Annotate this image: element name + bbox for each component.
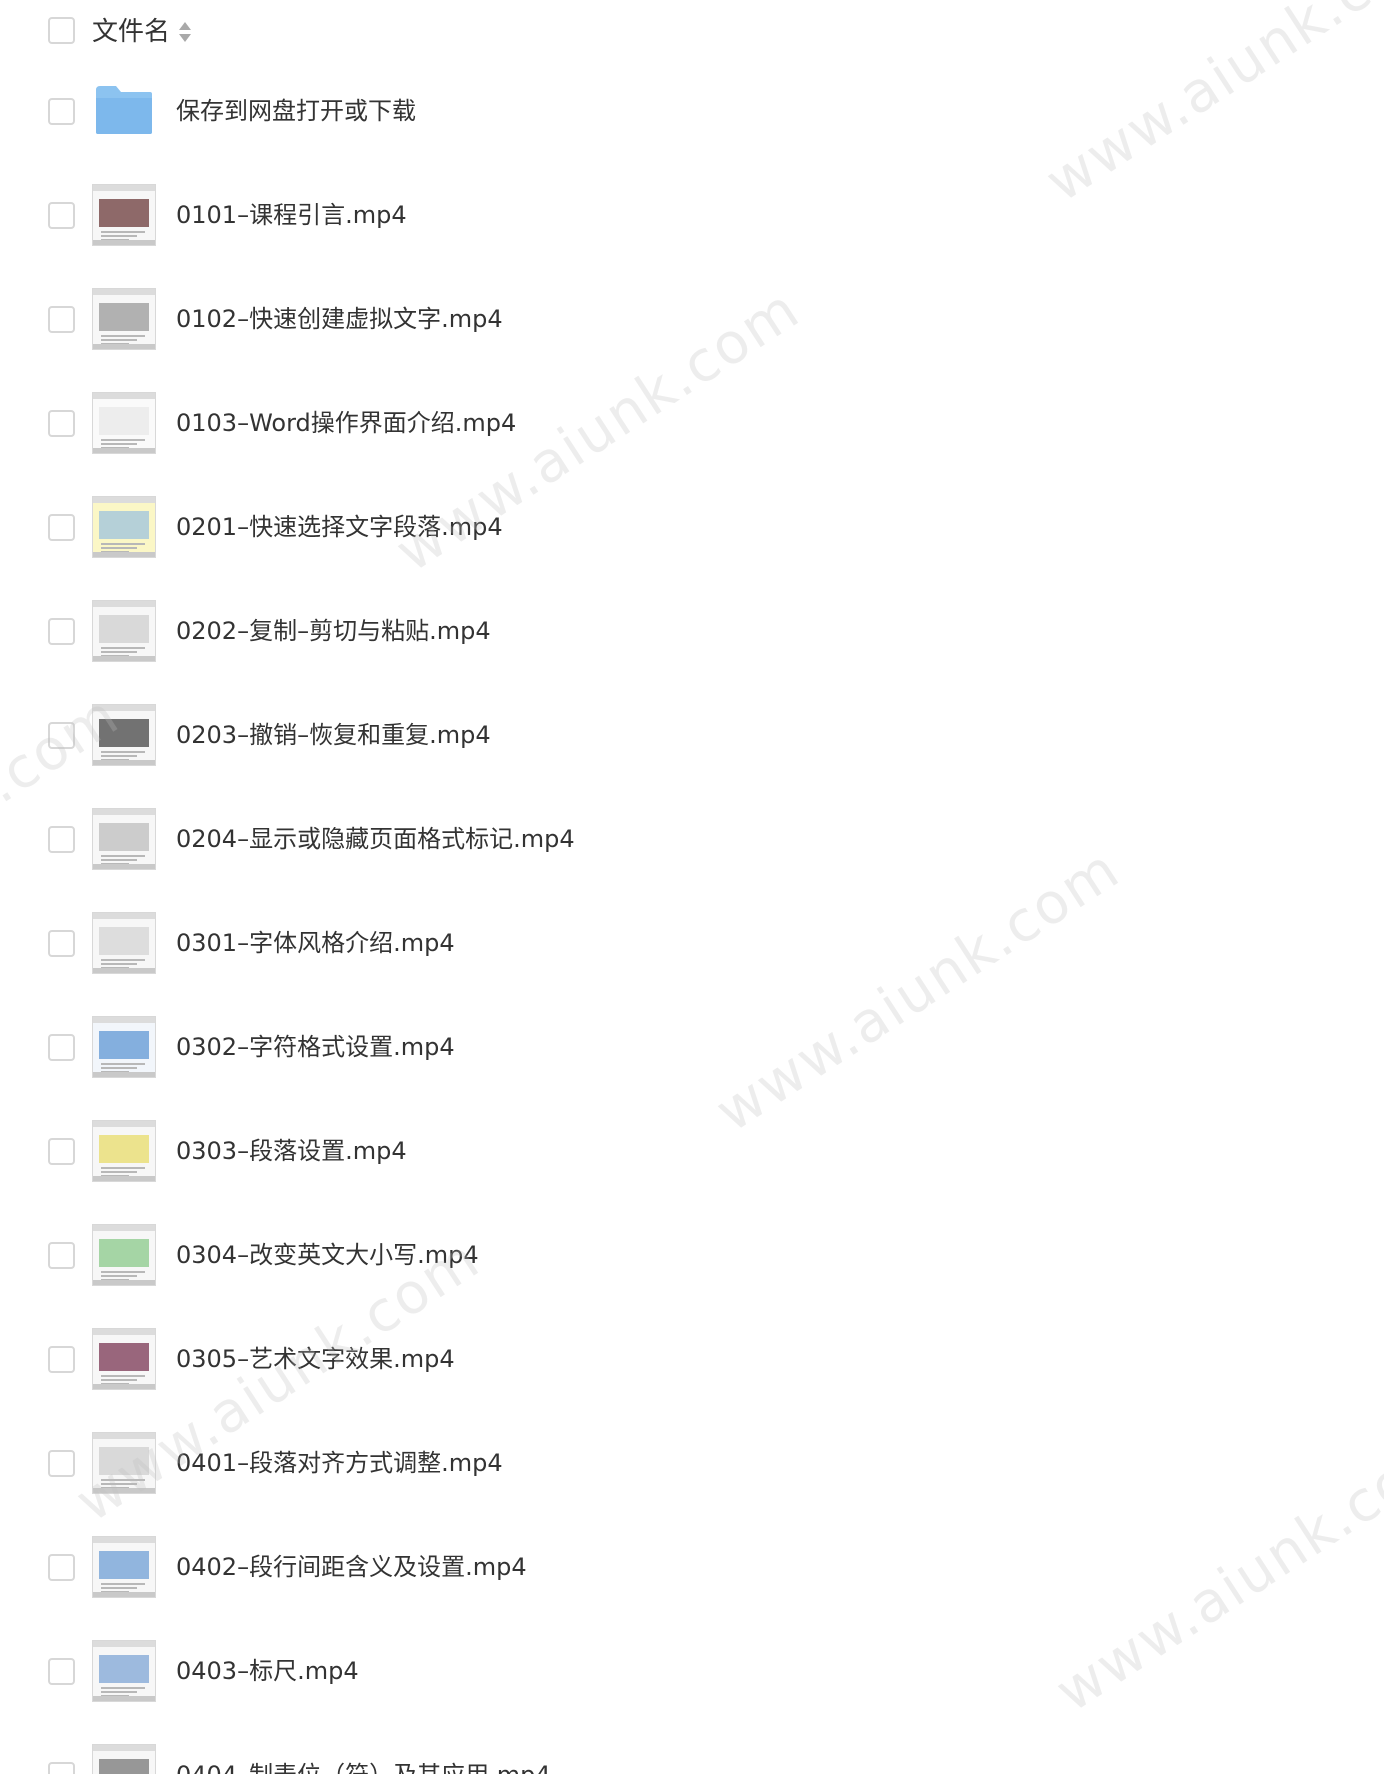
video-thumbnail-icon <box>92 704 156 766</box>
file-name[interactable]: 0404–制表位（符）及其应用.mp4 <box>176 1756 551 1774</box>
file-name[interactable]: 0402–段行间距含义及设置.mp4 <box>176 1548 527 1586</box>
file-name[interactable]: 0203–撤销–恢复和重复.mp4 <box>176 716 491 754</box>
video-thumbnail-icon <box>92 1328 156 1390</box>
row-checkbox[interactable] <box>48 410 75 437</box>
file-list-header: 文件名 <box>0 0 1384 66</box>
video-thumbnail-icon <box>92 1120 156 1182</box>
file-name[interactable]: 0304–改变英文大小写.mp4 <box>176 1236 479 1274</box>
folder-icon <box>96 86 152 134</box>
row-checkbox[interactable] <box>48 306 75 333</box>
video-thumbnail-icon <box>92 496 156 558</box>
file-row[interactable]: 0301–字体风格介绍.mp4 <box>0 892 1384 996</box>
file-name[interactable]: 0303–段落设置.mp4 <box>176 1132 407 1170</box>
video-thumbnail-icon <box>92 184 156 246</box>
file-name[interactable]: 0305–艺术文字效果.mp4 <box>176 1340 455 1378</box>
row-checkbox[interactable] <box>48 1658 75 1685</box>
video-thumbnail-icon <box>92 600 156 662</box>
file-row[interactable]: 0302–字符格式设置.mp4 <box>0 996 1384 1100</box>
row-checkbox[interactable] <box>48 1762 75 1774</box>
row-checkbox[interactable] <box>48 202 75 229</box>
row-checkbox[interactable] <box>48 1034 75 1061</box>
video-thumbnail-icon <box>92 1744 156 1774</box>
file-name[interactable]: 0301–字体风格介绍.mp4 <box>176 924 455 962</box>
file-row[interactable]: 0303–段落设置.mp4 <box>0 1100 1384 1204</box>
column-header-filename[interactable]: 文件名 <box>92 14 170 50</box>
select-all-checkbox[interactable] <box>48 17 75 44</box>
file-name[interactable]: 0202–复制–剪切与粘贴.mp4 <box>176 612 491 650</box>
file-name[interactable]: 0204–显示或隐藏页面格式标记.mp4 <box>176 820 575 858</box>
file-row[interactable]: 0201–快速选择文字段落.mp4 <box>0 476 1384 580</box>
video-thumbnail-icon <box>92 1640 156 1702</box>
file-name[interactable]: 0101–课程引言.mp4 <box>176 196 407 234</box>
file-name[interactable]: 0403–标尺.mp4 <box>176 1652 359 1690</box>
file-row[interactable]: 0101–课程引言.mp4 <box>0 164 1384 268</box>
row-checkbox[interactable] <box>48 1242 75 1269</box>
video-thumbnail-icon <box>92 288 156 350</box>
row-checkbox[interactable] <box>48 1450 75 1477</box>
video-thumbnail-icon <box>92 392 156 454</box>
file-row[interactable]: 0305–艺术文字效果.mp4 <box>0 1308 1384 1412</box>
sort-icon[interactable] <box>178 20 192 44</box>
file-row[interactable]: 0103–Word操作界面介绍.mp4 <box>0 372 1384 476</box>
file-row[interactable]: 0202–复制–剪切与粘贴.mp4 <box>0 580 1384 684</box>
file-name[interactable]: 0201–快速选择文字段落.mp4 <box>176 508 503 546</box>
video-thumbnail-icon <box>92 1536 156 1598</box>
file-row[interactable]: 0404–制表位（符）及其应用.mp4 <box>0 1724 1384 1774</box>
file-name[interactable]: 0401–段落对齐方式调整.mp4 <box>176 1444 503 1482</box>
file-name[interactable]: 0103–Word操作界面介绍.mp4 <box>176 404 516 442</box>
row-checkbox[interactable] <box>48 1346 75 1373</box>
file-row[interactable]: 0203–撤销–恢复和重复.mp4 <box>0 684 1384 788</box>
video-thumbnail-icon <box>92 1016 156 1078</box>
row-checkbox[interactable] <box>48 826 75 853</box>
file-name[interactable]: 保存到网盘打开或下载 <box>176 92 416 130</box>
file-row[interactable]: 0204–显示或隐藏页面格式标记.mp4 <box>0 788 1384 892</box>
row-checkbox[interactable] <box>48 930 75 957</box>
row-checkbox[interactable] <box>48 618 75 645</box>
video-thumbnail-icon <box>92 808 156 870</box>
row-checkbox[interactable] <box>48 514 75 541</box>
row-checkbox[interactable] <box>48 722 75 749</box>
folder-row[interactable]: 保存到网盘打开或下载 <box>0 60 1384 164</box>
file-list-page: 文件名 保存到网盘打开或下载 0101–课程引言.mp4 0102–快速创建虚拟文字… <box>0 0 1384 1774</box>
file-row[interactable]: 0304–改变英文大小写.mp4 <box>0 1204 1384 1308</box>
video-thumbnail-icon <box>92 1432 156 1494</box>
row-checkbox[interactable] <box>48 98 75 125</box>
video-thumbnail-icon <box>92 912 156 974</box>
row-checkbox[interactable] <box>48 1554 75 1581</box>
file-row[interactable]: 0403–标尺.mp4 <box>0 1620 1384 1724</box>
file-row[interactable]: 0402–段行间距含义及设置.mp4 <box>0 1516 1384 1620</box>
video-thumbnail-icon <box>92 1224 156 1286</box>
file-row[interactable]: 0401–段落对齐方式调整.mp4 <box>0 1412 1384 1516</box>
file-name[interactable]: 0102–快速创建虚拟文字.mp4 <box>176 300 503 338</box>
file-row[interactable]: 0102–快速创建虚拟文字.mp4 <box>0 268 1384 372</box>
file-name[interactable]: 0302–字符格式设置.mp4 <box>176 1028 455 1066</box>
row-checkbox[interactable] <box>48 1138 75 1165</box>
